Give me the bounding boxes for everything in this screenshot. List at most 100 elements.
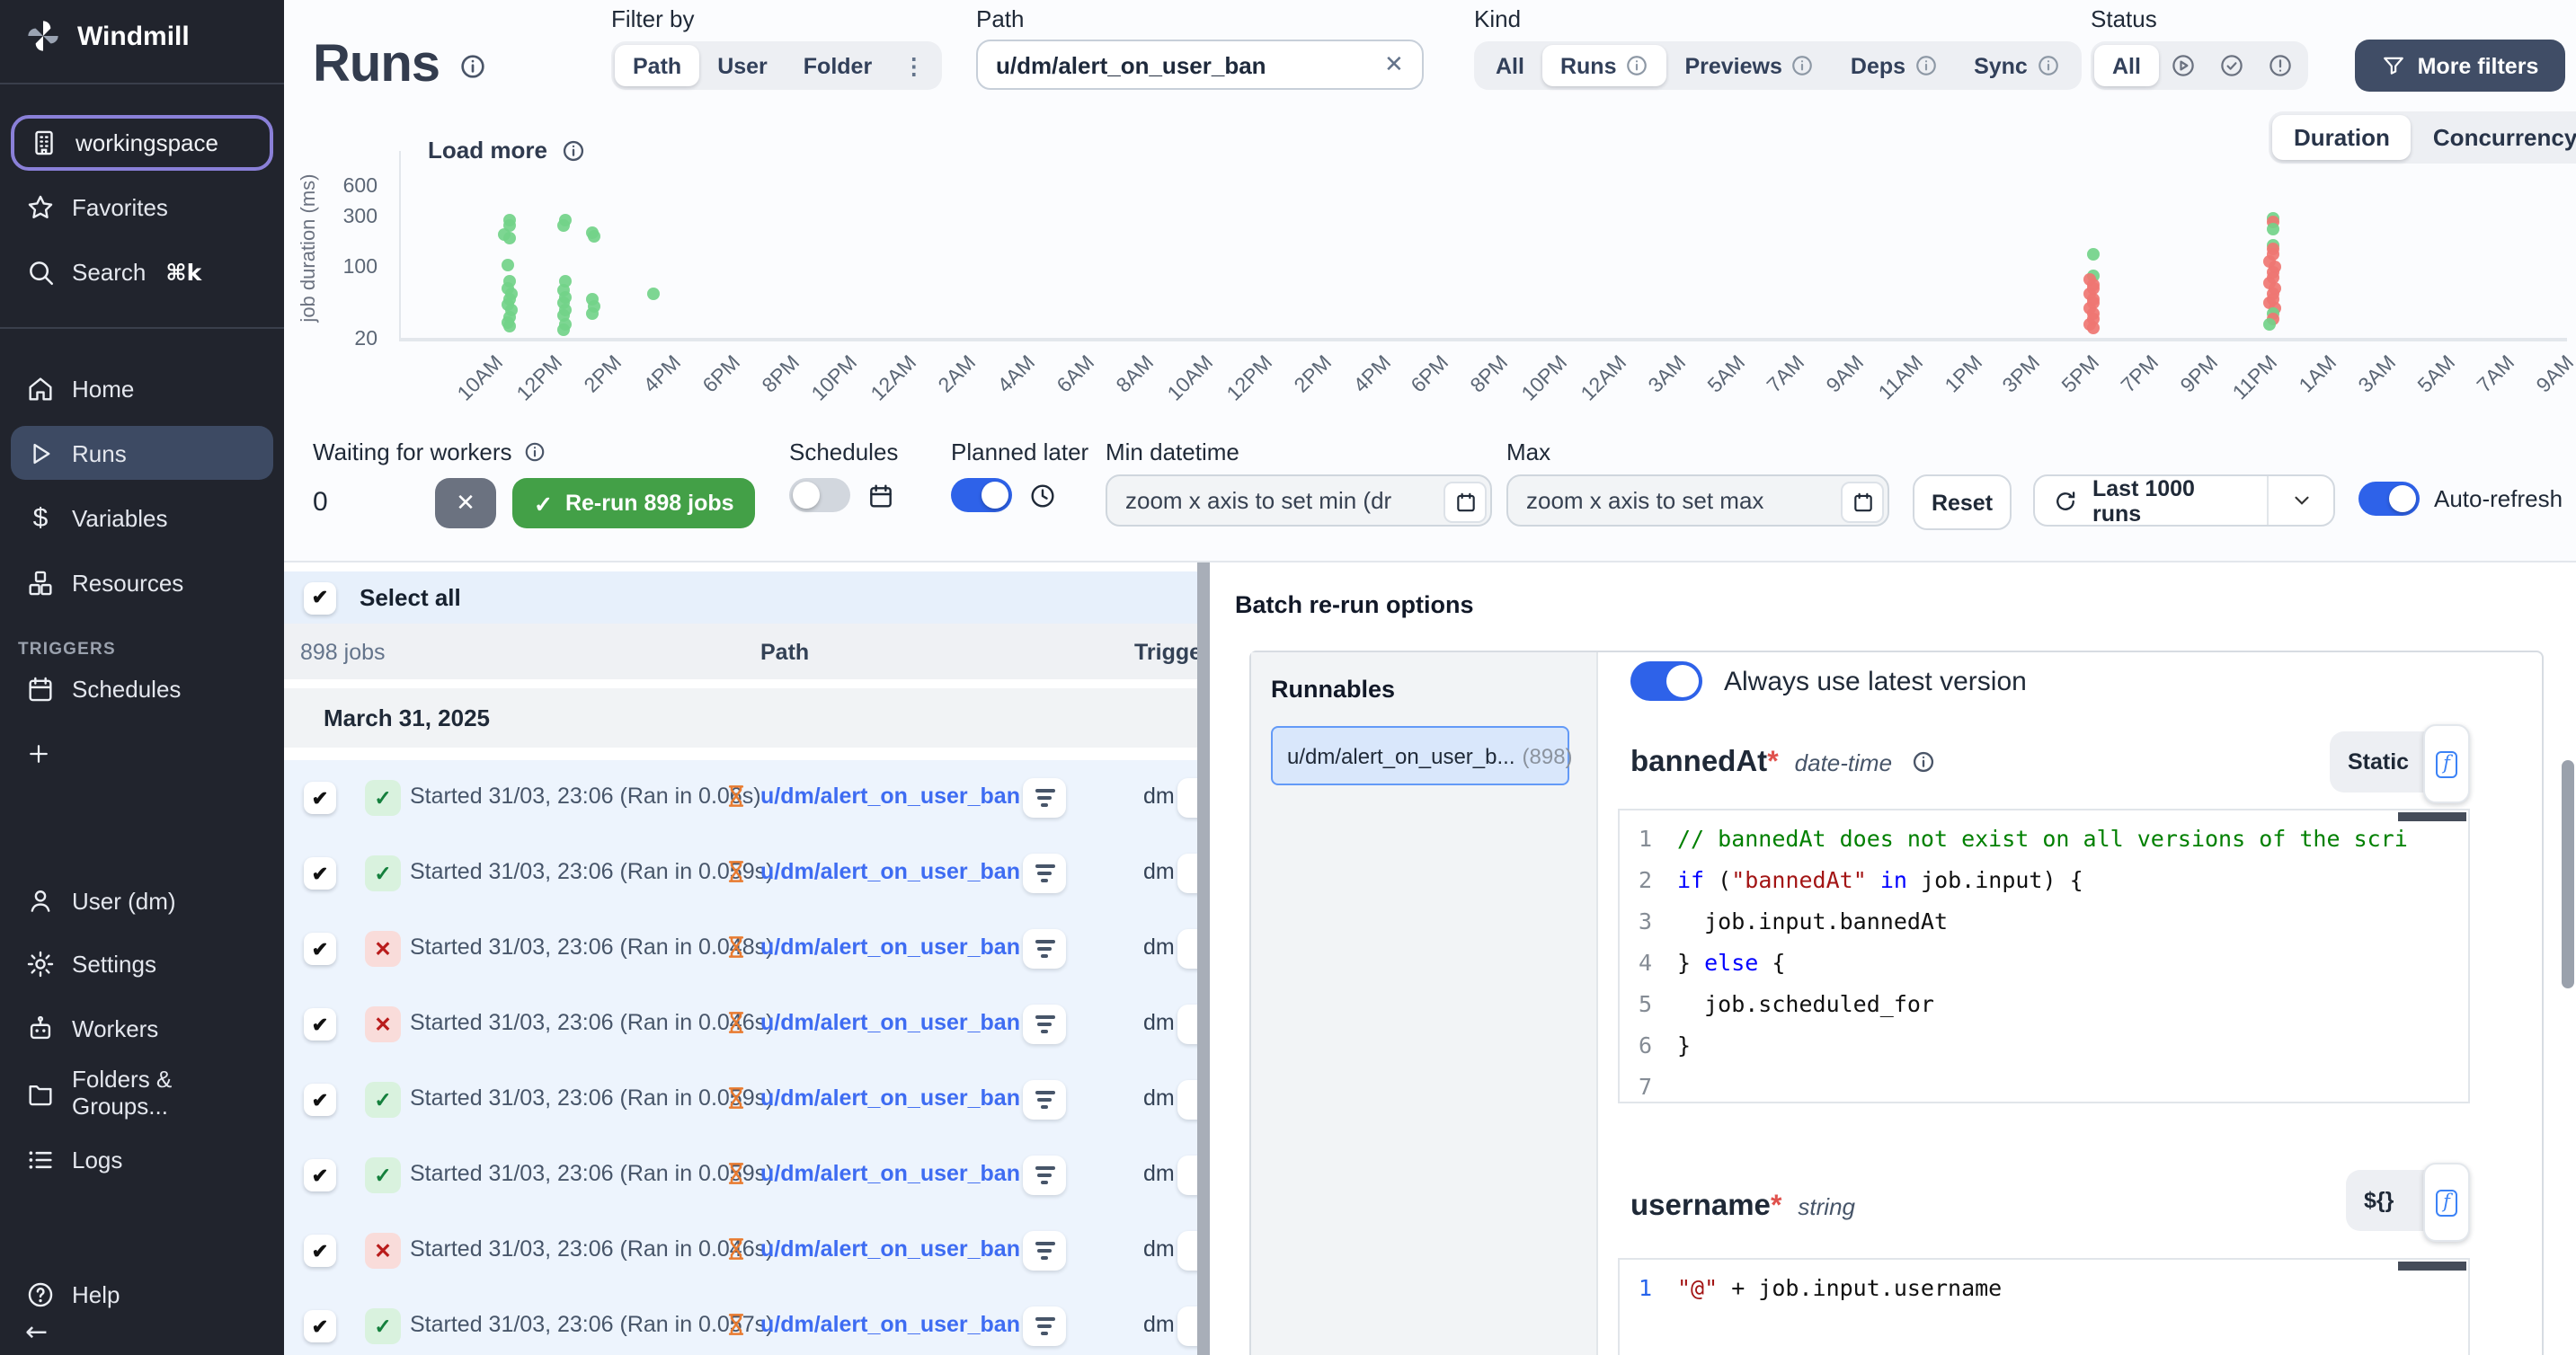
run-row[interactable]: ✔ ✓ Started 31/03, 23:06 (Ran in 0.059s)…: [284, 1062, 1197, 1138]
sidebar-item-help[interactable]: Help: [11, 1267, 273, 1321]
auto-refresh-label: Auto-refresh: [2434, 485, 2563, 512]
sidebar-item-logs[interactable]: Logs: [11, 1132, 273, 1186]
always-latest-toggle[interactable]: [1630, 661, 1702, 701]
status-failure-icon[interactable]: [2256, 45, 2305, 86]
sidebar-item-folders[interactable]: Folders & Groups...: [11, 1066, 273, 1120]
run-path-link[interactable]: u/dm/alert_on_user_ban: [760, 934, 1020, 960]
kind-deps-button[interactable]: Deps: [1833, 45, 1956, 86]
workspace-switcher[interactable]: workingspace: [11, 115, 273, 171]
sidebar-item-settings[interactable]: Settings: [11, 936, 273, 990]
filter-by-path-button[interactable]: [1023, 929, 1066, 969]
filter-by-path-button[interactable]: [1023, 1306, 1066, 1346]
run-path-link[interactable]: u/dm/alert_on_user_ban: [760, 1010, 1020, 1035]
select-all-checkbox[interactable]: ✔: [304, 581, 336, 614]
filter-by-path-button[interactable]: [1023, 1231, 1066, 1271]
username-code-editor[interactable]: 1"@" + job.input.username: [1618, 1258, 2470, 1355]
auto-refresh-toggle[interactable]: [2358, 482, 2420, 516]
filter-user-button[interactable]: User: [699, 45, 786, 86]
min-datetime-input[interactable]: [1106, 474, 1492, 527]
star-icon: [25, 191, 56, 222]
sidebar-item-favorites[interactable]: Favorites: [11, 180, 273, 234]
planned-later-toggle[interactable]: [951, 478, 1012, 512]
rerun-jobs-button[interactable]: ✓ Re-run 898 jobs: [512, 478, 756, 528]
panel-scrollbar[interactable]: [2562, 760, 2574, 988]
cancel-selection-button[interactable]: ✕: [435, 478, 496, 528]
filter-folder-button[interactable]: Folder: [786, 45, 890, 86]
status-success-icon[interactable]: [2207, 45, 2256, 86]
run-row[interactable]: ✔ ✓ Started 31/03, 23:06 (Ran in 0.059s)…: [284, 1138, 1197, 1213]
row-action-button[interactable]: [1177, 1005, 1197, 1044]
path-input[interactable]: [976, 40, 1424, 90]
run-path-link[interactable]: u/dm/alert_on_user_ban: [760, 859, 1020, 884]
run-row[interactable]: ✔ ✓ Started 31/03, 23:06 (Ran in 0.059s)…: [284, 836, 1197, 911]
sidebar-item-schedules[interactable]: Schedules: [11, 661, 273, 715]
schedules-toggle[interactable]: [789, 478, 850, 512]
collapse-sidebar-button[interactable]: ←: [11, 1314, 273, 1350]
row-checkbox[interactable]: ✔: [304, 933, 336, 965]
info-icon[interactable]: [1911, 749, 1936, 775]
row-action-button[interactable]: [1177, 778, 1197, 818]
bannedat-code-editor[interactable]: 1234567// bannedAt does not exist on all…: [1618, 809, 2470, 1103]
row-checkbox[interactable]: ✔: [304, 1235, 336, 1267]
filter-by-path-button[interactable]: [1023, 854, 1066, 893]
run-path-link[interactable]: u/dm/alert_on_user_ban: [760, 1161, 1020, 1186]
run-row[interactable]: ✔ ✕ Started 31/03, 23:06 (Ran in 0.046s)…: [284, 987, 1197, 1062]
row-checkbox[interactable]: ✔: [304, 1008, 336, 1041]
row-checkbox[interactable]: ✔: [304, 1310, 336, 1342]
chevron-down-icon[interactable]: [2267, 476, 2333, 525]
row-checkbox[interactable]: ✔: [304, 782, 336, 814]
row-checkbox[interactable]: ✔: [304, 857, 336, 890]
kind-runs-button[interactable]: Runs: [1542, 45, 1667, 86]
run-path-link[interactable]: u/dm/alert_on_user_ban: [760, 1312, 1020, 1337]
run-path-link[interactable]: u/dm/alert_on_user_ban: [760, 1085, 1020, 1111]
row-action-button[interactable]: [1177, 854, 1197, 893]
more-filters-button[interactable]: More filters: [2355, 40, 2565, 92]
list-scrollbar[interactable]: [1197, 562, 1210, 1355]
max-datetime-input[interactable]: [1506, 474, 1889, 527]
sidebar-item-user[interactable]: User (dm): [11, 873, 273, 927]
row-checkbox[interactable]: ✔: [304, 1084, 336, 1116]
run-path-link[interactable]: u/dm/alert_on_user_ban: [760, 1236, 1020, 1262]
sidebar-item-workers[interactable]: Workers: [11, 1001, 273, 1055]
kind-all-button[interactable]: All: [1478, 45, 1542, 86]
run-row[interactable]: ✔ ✓ Started 31/03, 23:06 (Ran in 0.057s)…: [284, 1289, 1197, 1355]
kind-sync-button[interactable]: Sync: [1956, 45, 2078, 86]
sidebar-item-search[interactable]: Search ⌘k: [11, 244, 273, 298]
filter-by-path-button[interactable]: [1023, 1005, 1066, 1044]
bannedat-function-mode-button[interactable]: f: [2423, 724, 2470, 803]
sidebar-item-add-trigger[interactable]: [11, 728, 273, 782]
clear-path-icon[interactable]: ✕: [1384, 50, 1404, 79]
row-action-button[interactable]: [1177, 1080, 1197, 1120]
runnable-item[interactable]: u/dm/alert_on_user_b... (898): [1271, 726, 1569, 785]
kind-previews-button[interactable]: Previews: [1666, 45, 1832, 86]
filter-path-button[interactable]: Path: [615, 45, 699, 86]
row-checkbox[interactable]: ✔: [304, 1159, 336, 1191]
calendar-icon[interactable]: [1841, 482, 1884, 523]
duration-scatter-chart[interactable]: [399, 151, 2567, 341]
sidebar-item-resources[interactable]: Resources: [11, 555, 273, 609]
row-action-button[interactable]: [1177, 1231, 1197, 1271]
status-running-icon[interactable]: [2159, 45, 2207, 86]
filter-by-path-button[interactable]: [1023, 1080, 1066, 1120]
kebab-menu-icon[interactable]: ⋮: [890, 45, 937, 86]
run-row[interactable]: ✔ ✕ Started 31/03, 23:06 (Ran in 0.046s)…: [284, 1213, 1197, 1289]
sidebar-item-variables[interactable]: $ Variables: [11, 491, 273, 545]
row-action-button[interactable]: [1177, 929, 1197, 969]
info-icon[interactable]: [457, 51, 486, 80]
run-row[interactable]: ✔ ✕ Started 31/03, 23:06 (Ran in 0.048s)…: [284, 911, 1197, 987]
row-action-button[interactable]: [1177, 1156, 1197, 1195]
last-runs-button[interactable]: Last 1000 runs: [2033, 474, 2335, 527]
reset-button[interactable]: Reset: [1913, 474, 2012, 530]
editor-scroll-indicator[interactable]: [2398, 1262, 2466, 1271]
run-path-link[interactable]: u/dm/alert_on_user_ban: [760, 784, 1020, 809]
filter-by-path-button[interactable]: [1023, 1156, 1066, 1195]
username-function-mode-button[interactable]: f: [2423, 1163, 2470, 1242]
sidebar-item-runs[interactable]: Runs: [11, 426, 273, 480]
status-all-button[interactable]: All: [2094, 45, 2159, 86]
sidebar-item-home[interactable]: Home: [11, 361, 273, 415]
calendar-icon[interactable]: [1443, 482, 1487, 523]
run-row[interactable]: ✔ ✓ Started 31/03, 23:06 (Ran in 0.06s) …: [284, 760, 1197, 836]
filter-by-path-button[interactable]: [1023, 778, 1066, 818]
editor-scroll-indicator[interactable]: [2398, 812, 2466, 821]
row-action-button[interactable]: [1177, 1306, 1197, 1346]
